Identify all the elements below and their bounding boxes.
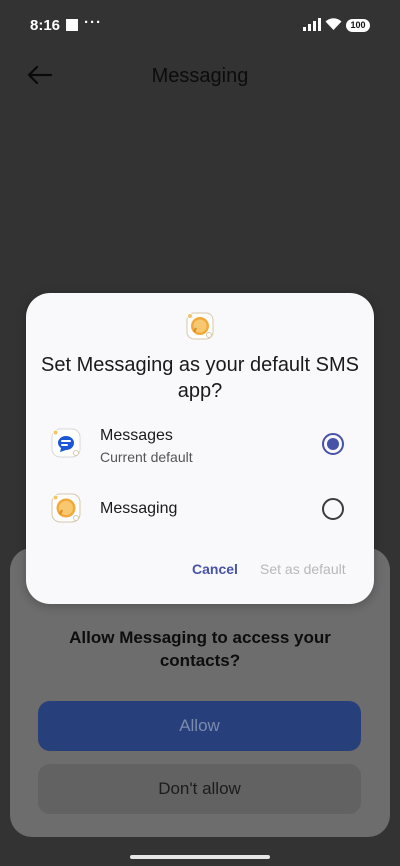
messaging-app-icon xyxy=(51,493,81,523)
messaging-app-icon xyxy=(186,312,214,340)
option-messaging[interactable]: Messaging xyxy=(26,479,374,539)
option-sublabel: Current default xyxy=(100,449,193,465)
more-notifications-indicator: ··· xyxy=(84,14,102,31)
radio-unselected-icon[interactable] xyxy=(322,498,344,520)
wifi-icon xyxy=(325,18,342,30)
option-messages[interactable]: Messages Current default xyxy=(26,414,374,474)
status-bar: 8:16 ··· 100 xyxy=(0,0,400,52)
notification-square-icon xyxy=(66,19,78,31)
page-title: Messaging xyxy=(151,65,249,87)
dialog-title: Set Messaging as your default SMS app? xyxy=(41,354,359,402)
cell-signal-icon xyxy=(303,18,321,31)
cancel-button[interactable]: Cancel xyxy=(186,560,244,578)
option-label: Messages xyxy=(100,427,173,444)
option-label: Messaging xyxy=(100,500,178,517)
dont-allow-button[interactable]: Don't allow xyxy=(38,764,361,814)
set-as-default-button[interactable]: Set as default xyxy=(254,560,352,578)
app-bar: Messaging xyxy=(0,52,400,102)
status-time: 8:16 xyxy=(30,17,61,34)
messages-app-icon xyxy=(51,428,81,458)
allow-button[interactable]: Allow xyxy=(38,701,361,751)
home-indicator[interactable] xyxy=(130,855,270,859)
radio-selected-icon[interactable] xyxy=(322,433,344,455)
default-sms-dialog: Set Messaging as your default SMS app? M… xyxy=(26,293,374,604)
battery-icon: 100 xyxy=(346,19,370,32)
permission-title: Allow Messaging to access your contacts? xyxy=(69,628,331,670)
